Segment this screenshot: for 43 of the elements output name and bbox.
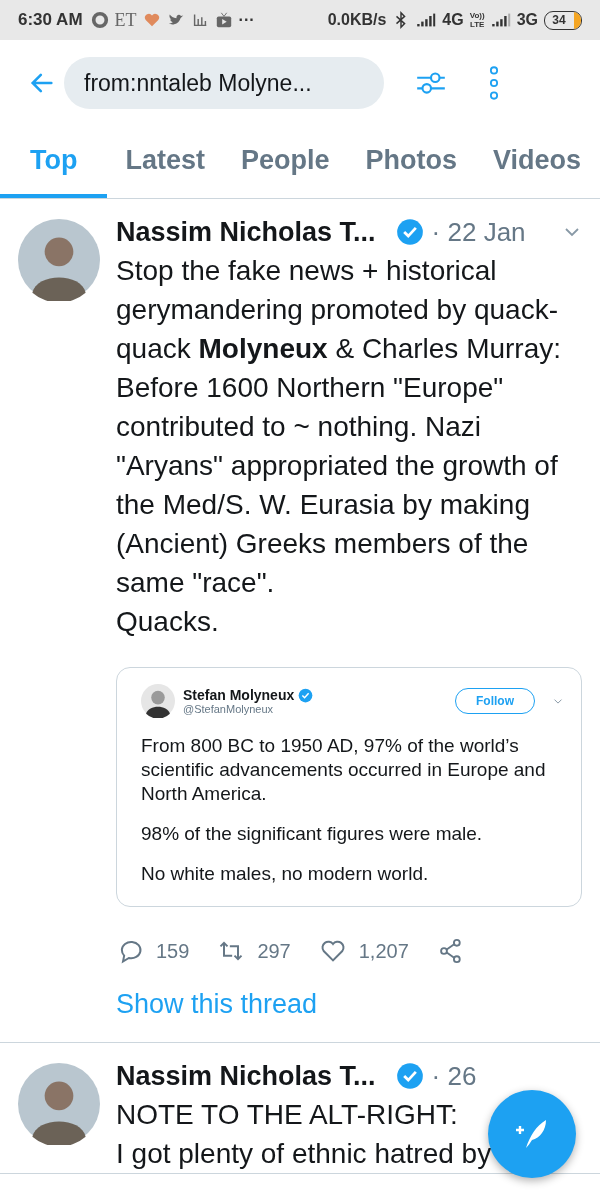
quoted-tweet-text: 98% of the significant figures were male. xyxy=(141,822,484,846)
tweet-date: · 22 Jan xyxy=(431,216,526,248)
quoted-tweet-text: No white males, no modern world. xyxy=(141,862,430,886)
avatar xyxy=(141,684,175,718)
quoted-handle: @StefanMolyneux xyxy=(183,703,275,715)
network-type: 3G xyxy=(516,11,538,29)
tab[interactable]: Photos xyxy=(347,126,476,198)
tweet-text: Quacks. xyxy=(116,605,219,639)
author-name[interactable]: Nassim Nicholas T... xyxy=(116,216,376,248)
like-count: 1,207 xyxy=(358,939,409,963)
battery-icon: 34 xyxy=(544,10,582,30)
signal-icon xyxy=(490,12,511,28)
tab[interactable]: Top xyxy=(0,126,108,198)
quoted-tweet-card[interactable] xyxy=(116,667,582,907)
quoted-author-name: Stefan Molyneux xyxy=(183,687,295,703)
heart-icon xyxy=(142,11,161,29)
show-thread-link[interactable]: Show this thread xyxy=(116,989,318,1020)
clock-time: 6:30 AM xyxy=(18,10,83,30)
more-options-icon[interactable] xyxy=(488,65,500,101)
more-notifications: ··· xyxy=(238,11,255,29)
tweet-text: NOTE TO THE ALT-RIGHT: xyxy=(116,1098,458,1132)
tweet-text: I got plenty of ethnic hatred by xyxy=(116,1137,492,1171)
tweet-date: · 26 xyxy=(431,1060,477,1092)
tv-icon xyxy=(214,11,233,29)
network-type: 4G xyxy=(442,11,464,29)
tab[interactable]: People xyxy=(223,126,348,198)
quoted-tweet-text: From 800 BC to 1950 AD, 97% of the world’s scientific advancements occurred in Europe and North America. xyxy=(141,734,547,806)
ring-icon xyxy=(90,11,109,29)
network-speed: 0.0KB/s xyxy=(327,11,387,29)
retweet-count: 297 xyxy=(257,939,291,963)
tweet-text: Stop the fake news + historical gerymandering promoted by quack-quack Molyneux & Charles Murray: xyxy=(116,254,563,366)
reply-count: 159 xyxy=(156,939,190,963)
avatar[interactable] xyxy=(18,1063,100,1145)
tab[interactable]: Videos xyxy=(475,126,600,198)
search-field[interactable]: from:nntaleb Molyne... xyxy=(64,57,384,109)
volte-label: Vo)) LTE xyxy=(469,11,485,29)
et-label: ET xyxy=(114,9,137,31)
tab[interactable]: Latest xyxy=(107,126,223,198)
tweet-text: Before 1600 Northern "Europe" contributed to ~ nothing. Nazi "Aryans" appropriated the growth of the Med/S. W. Eurasia by making (Ancient) Greeks members of the same "race". xyxy=(116,371,559,600)
author-name[interactable]: Nassim Nicholas T... xyxy=(116,1060,376,1092)
avatar[interactable] xyxy=(18,219,100,301)
follow-button[interactable]: Follow xyxy=(455,688,535,714)
signal-icon xyxy=(416,12,437,28)
